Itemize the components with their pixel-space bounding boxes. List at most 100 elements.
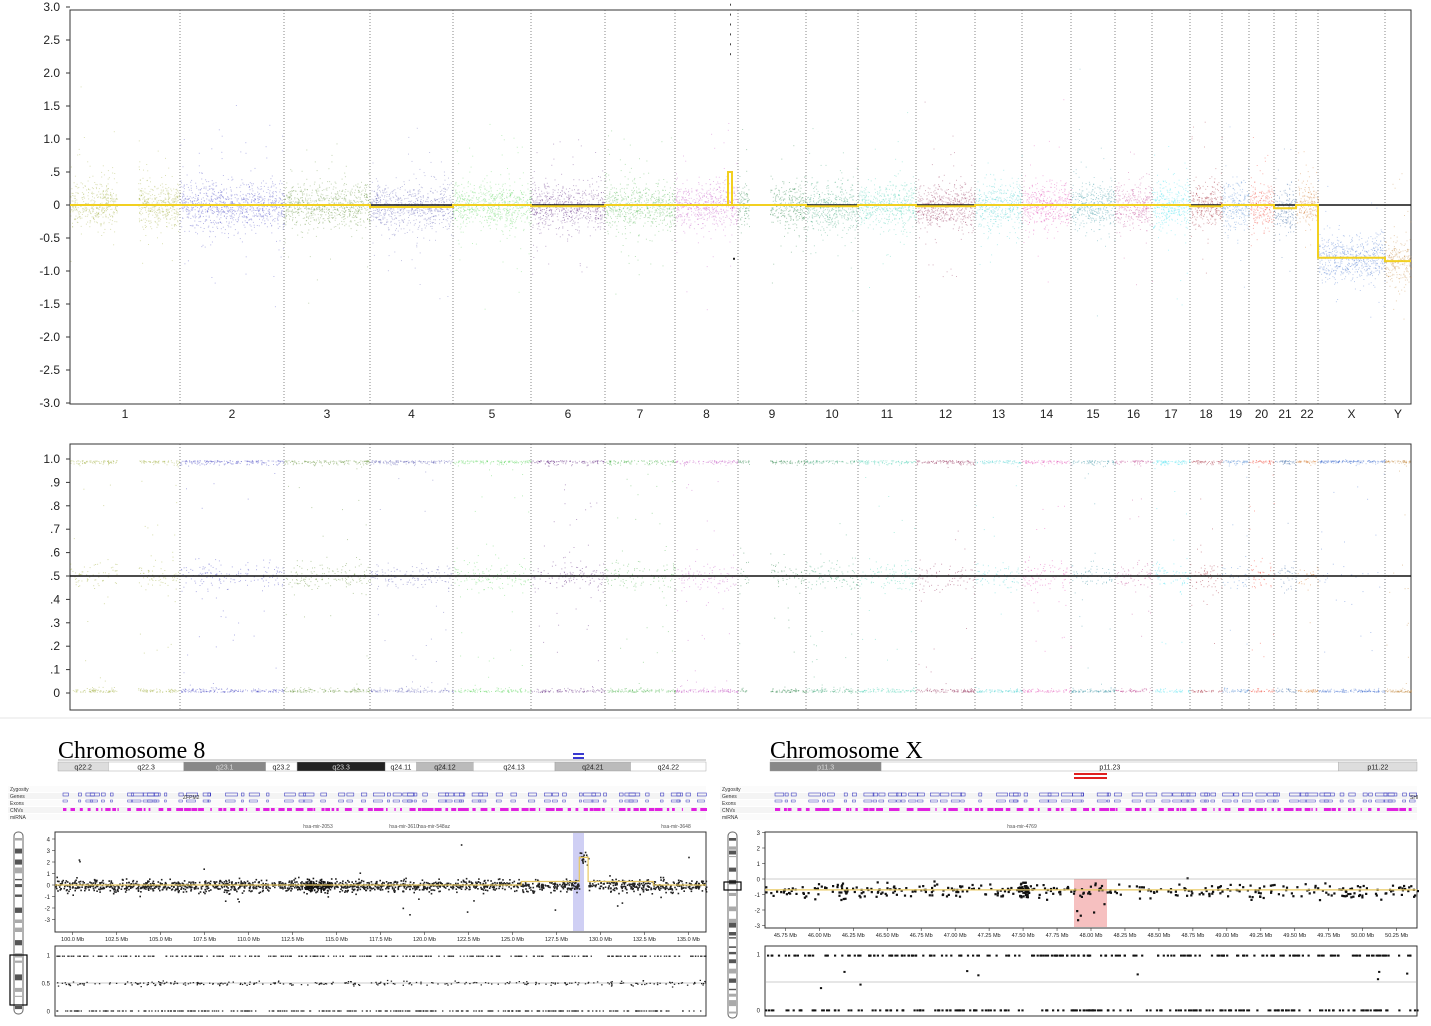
- top-data-point: [254, 200, 256, 202]
- top-data-point: [138, 166, 140, 168]
- top-data-point: [561, 196, 563, 197]
- top-data-point: [220, 200, 222, 202]
- top-data-point: [427, 208, 428, 210]
- top-data-point: [440, 208, 442, 209]
- top-data-point: [433, 219, 435, 221]
- top-data-point: [310, 213, 312, 215]
- top-data-point: [328, 168, 330, 170]
- top-data-point: [626, 221, 628, 223]
- top-data-point: [314, 200, 316, 202]
- top-data-point: [645, 187, 647, 189]
- top-data-point: [619, 159, 621, 161]
- top-data-point: [344, 208, 345, 210]
- top-data-point: [355, 223, 357, 225]
- top-data-point: [316, 170, 318, 172]
- top-data-point: [354, 194, 356, 196]
- top-data-point: [600, 192, 602, 194]
- top-data-point: [532, 208, 534, 210]
- top-data-point: [450, 182, 452, 184]
- top-data-point: [657, 182, 659, 184]
- top-data-point: [657, 183, 659, 185]
- top-data-point: [243, 201, 245, 203]
- top-data-point: [344, 191, 346, 193]
- top-data-point: [77, 187, 79, 189]
- top-data-point: [601, 222, 603, 223]
- top-data-point: [422, 195, 424, 197]
- top-data-point: [408, 214, 410, 216]
- top-data-point: [266, 213, 268, 214]
- top-data-point: [595, 207, 597, 209]
- top-data-point: [85, 209, 87, 211]
- top-data-point: [418, 226, 420, 228]
- top-data-point: [646, 160, 648, 162]
- top-data-point: [310, 208, 312, 210]
- top-data-point: [325, 214, 327, 216]
- top-data-point: [113, 213, 115, 215]
- top-data-point: [110, 201, 112, 203]
- top-data-point: [248, 193, 250, 194]
- top-data-point: [294, 206, 295, 208]
- top-data-point: [77, 216, 79, 218]
- top-data-point: [522, 207, 524, 209]
- top-data-point: [278, 200, 280, 202]
- top-data-point: [437, 209, 439, 211]
- top-data-point: [347, 207, 348, 208]
- top-data-point: [354, 189, 356, 191]
- top-data-point: [442, 227, 444, 228]
- top-data-point: [576, 212, 578, 214]
- top-data-point: [253, 209, 255, 211]
- top-data-point: [281, 210, 283, 212]
- top-data-point: [200, 212, 202, 214]
- top-data-point: [306, 189, 308, 191]
- top-data-point: [177, 212, 179, 214]
- top-data-point: [653, 196, 655, 198]
- top-data-point: [425, 208, 427, 210]
- top-data-point: [442, 214, 444, 216]
- top-data-point: [529, 224, 531, 226]
- top-data-point: [616, 202, 618, 203]
- top-data-point: [335, 217, 337, 219]
- top-data-point: [575, 192, 577, 194]
- top-data-point: [629, 225, 631, 226]
- top-data-point: [607, 215, 609, 217]
- top-data-point: [164, 206, 166, 207]
- top-data-point: [205, 211, 207, 213]
- top-data-point: [602, 209, 604, 211]
- top-data-point: [506, 192, 508, 194]
- top-data-point: [666, 210, 668, 212]
- top-data-point: [330, 206, 332, 208]
- top-data-point: [323, 199, 325, 201]
- top-data-point: [480, 184, 482, 186]
- top-data-point: [477, 208, 479, 210]
- top-data-point: [201, 198, 202, 200]
- top-data-point: [390, 220, 392, 222]
- top-data-point: [319, 186, 321, 188]
- top-data-point: [205, 192, 207, 194]
- top-data-point: [592, 198, 594, 200]
- top-data-point: [400, 201, 402, 203]
- top-data-point: [501, 154, 503, 156]
- top-data-point: [245, 152, 247, 154]
- top-data-point: [212, 188, 214, 190]
- top-data-point: [551, 196, 553, 198]
- top-data-point: [258, 199, 260, 200]
- top-data-point: [441, 193, 443, 195]
- top-data-point: [377, 184, 379, 186]
- top-data-point: [433, 198, 435, 200]
- top-data-point: [147, 170, 149, 172]
- top-data-point: [434, 199, 436, 201]
- top-data-point: [654, 202, 656, 204]
- top-data-point: [655, 221, 657, 222]
- top-data-point: [475, 197, 477, 199]
- top-data-point: [182, 186, 184, 188]
- top-data-point: [359, 212, 361, 214]
- top-data-point: [165, 157, 166, 159]
- top-data-point: [624, 196, 626, 197]
- top-data-point: [277, 216, 279, 218]
- top-data-point: [455, 202, 457, 204]
- top-data-point: [584, 191, 585, 193]
- top-data-point: [216, 209, 218, 211]
- top-data-point: [272, 181, 273, 183]
- top-data-point: [251, 183, 253, 185]
- top-data-point: [88, 198, 90, 200]
